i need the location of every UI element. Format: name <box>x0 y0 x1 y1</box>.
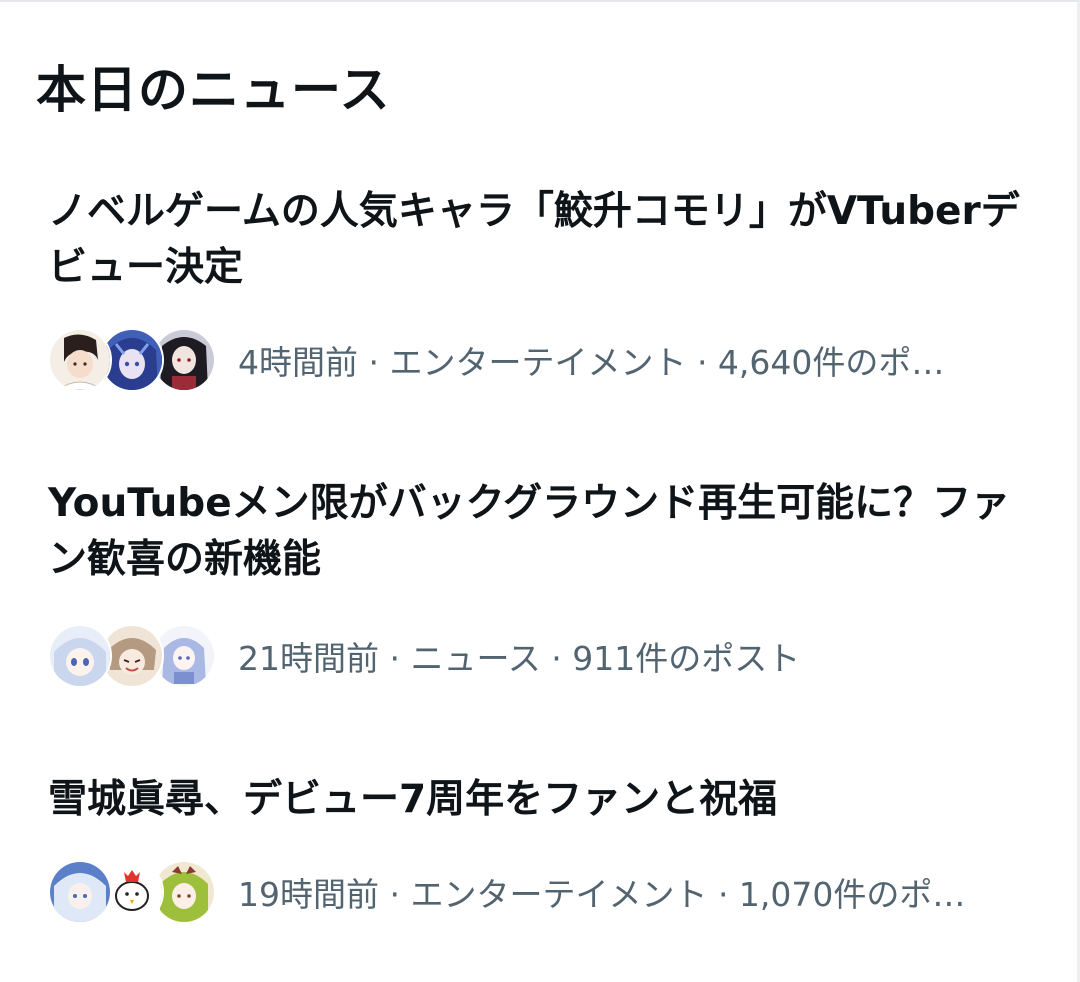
avatar <box>48 328 112 392</box>
avatar-group <box>48 860 216 924</box>
news-panel: 本日のニュース ノベルゲームの人気キャラ「鮫升コモリ」がVTuberデビュー決定 <box>0 0 1080 982</box>
news-item[interactable]: YouTubeメン限がバックグラウンド再生可能に？ファン歓喜の新機能 21時間前… <box>0 468 1060 718</box>
news-meta: 4時間前 · エンターテイメント · 4,640件のポ… <box>48 328 944 392</box>
avatar <box>48 860 112 924</box>
news-headline[interactable]: 雪城眞尋、デビュー7周年をファンと祝福 <box>48 772 1043 828</box>
news-meta: 19時間前 · エンターテイメント · 1,070件のポ… <box>48 860 965 924</box>
news-headline[interactable]: ノベルゲームの人気キャラ「鮫升コモリ」がVTuberデビュー決定 <box>48 184 1043 296</box>
news-meta-text: 4時間前 · エンターテイメント · 4,640件のポ… <box>238 343 945 382</box>
news-item[interactable]: 雪城眞尋、デビュー7周年をファンと祝福 19時間前 · エンターテイメント · … <box>0 764 1060 982</box>
news-meta-text: 19時間前 · エンターテイメント · 1,070件のポ… <box>238 875 966 914</box>
avatar-group <box>48 624 216 688</box>
news-meta: 21時間前 · ニュース · 911件のポスト <box>48 624 800 688</box>
section-title: 本日のニュース <box>36 61 391 119</box>
avatar <box>48 624 112 688</box>
news-item[interactable]: ノベルゲームの人気キャラ「鮫升コモリ」がVTuberデビュー決定 4時間前 · … <box>0 172 1060 422</box>
news-headline[interactable]: YouTubeメン限がバックグラウンド再生可能に？ファン歓喜の新機能 <box>48 476 1043 588</box>
news-meta-text: 21時間前 · ニュース · 911件のポスト <box>238 639 801 678</box>
avatar-group <box>48 328 216 392</box>
